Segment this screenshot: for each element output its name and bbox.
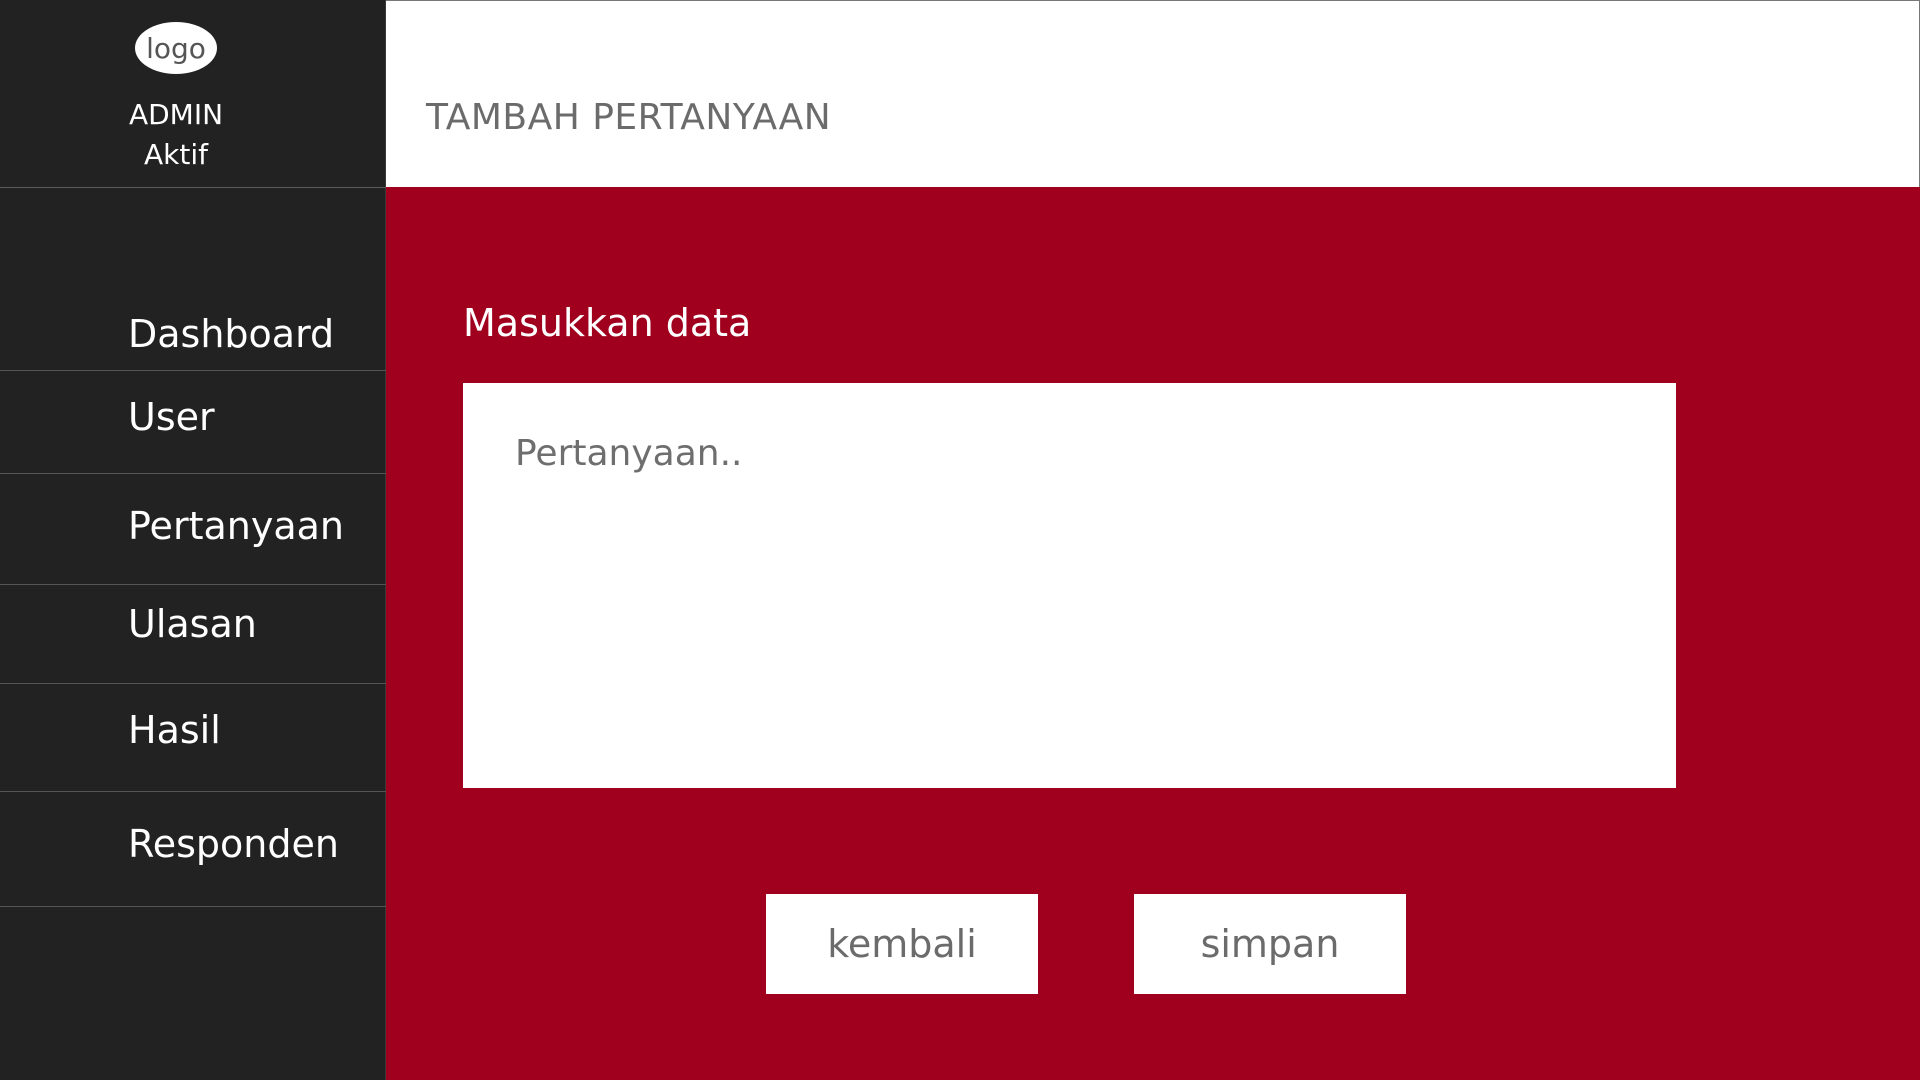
sidebar-item-dashboard[interactable]: Dashboard	[0, 188, 386, 371]
app-root: logo ADMIN Aktif Dashboard User Pertanya…	[0, 0, 1920, 1080]
sidebar-item-label: Pertanyaan	[128, 504, 344, 548]
sidebar-item-label: Hasil	[128, 708, 221, 752]
logo: logo	[135, 22, 217, 74]
user-name: ADMIN	[128, 98, 224, 131]
sidebar-item-hasil[interactable]: Hasil	[0, 684, 386, 792]
page-header: TAMBAH PERTANYAAN	[386, 0, 1920, 187]
user-status: Aktif	[144, 138, 208, 171]
sidebar-item-label: Responden	[128, 822, 339, 866]
sidebar-item-responden[interactable]: Responden	[0, 792, 386, 907]
sidebar-item-ulasan[interactable]: Ulasan	[0, 585, 386, 684]
sidebar: logo ADMIN Aktif Dashboard User Pertanya…	[0, 0, 386, 1080]
back-button[interactable]: kembali	[766, 894, 1038, 994]
main-content: Masukkan data kembali simpan	[386, 187, 1920, 1080]
sidebar-item-label: User	[128, 395, 215, 439]
sidebar-item-pertanyaan[interactable]: Pertanyaan	[0, 474, 386, 585]
page-title: TAMBAH PERTANYAAN	[426, 97, 832, 138]
question-input[interactable]	[463, 383, 1676, 788]
form-label: Masukkan data	[463, 301, 752, 345]
sidebar-item-label: Dashboard	[128, 312, 335, 356]
sidebar-item-user[interactable]: User	[0, 371, 386, 474]
sidebar-item-label: Ulasan	[128, 602, 257, 646]
save-button[interactable]: simpan	[1134, 894, 1406, 994]
user-profile: logo ADMIN Aktif	[0, 0, 386, 188]
